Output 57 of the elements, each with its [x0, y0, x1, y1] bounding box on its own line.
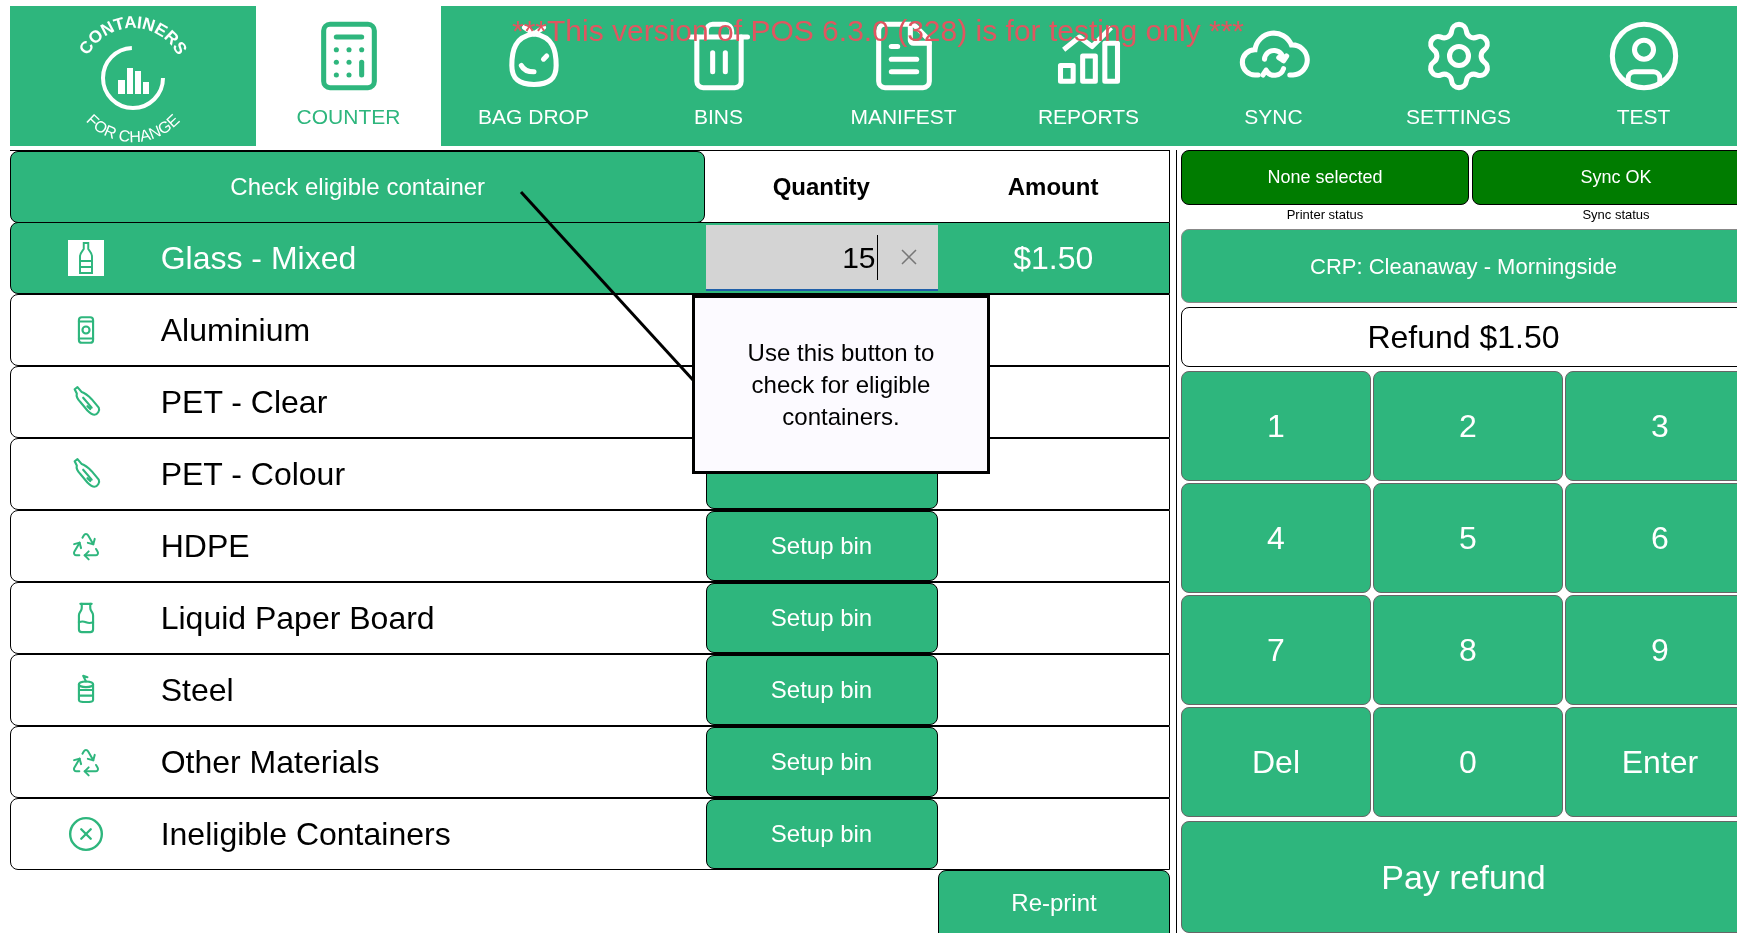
- setup-bin-button[interactable]: Setup bin: [705, 583, 938, 653]
- container-row[interactable]: Steel Setup bin: [10, 654, 1170, 726]
- container-name: Liquid Paper Board: [160, 599, 436, 638]
- bottle-icon: [67, 240, 104, 276]
- container-name: Steel: [160, 671, 235, 710]
- keypad-key[interactable]: 9: [1565, 595, 1737, 705]
- container-row[interactable]: Glass - Mixed 15 $1.50: [10, 222, 1170, 294]
- keypad-key[interactable]: 7: [1181, 595, 1371, 705]
- keypad-key[interactable]: 6: [1565, 483, 1737, 593]
- keypad-key[interactable]: 2: [1373, 371, 1563, 481]
- setup-bin-button[interactable]: Setup bin: [705, 727, 938, 797]
- status-label: Sync status: [1582, 206, 1650, 224]
- setup-bin-button[interactable]: Setup bin: [705, 799, 938, 869]
- status-label: Printer status: [1286, 206, 1364, 224]
- setup-bin-button[interactable]: Setup bin: [705, 511, 938, 581]
- nav-tab[interactable]: BINS: [686, 98, 751, 136]
- nav-tab[interactable]: MANIFEST: [842, 98, 965, 136]
- pay-refund-button[interactable]: Pay refund: [1181, 821, 1737, 933]
- nav-tab[interactable]: BAG DROP: [470, 98, 597, 136]
- keypad-key[interactable]: 5: [1373, 483, 1563, 593]
- clear-icon[interactable]: [899, 248, 918, 266]
- keypad-key[interactable]: 1: [1181, 371, 1371, 481]
- reprint-button[interactable]: Re-print: [938, 870, 1170, 933]
- container-name: PET - Clear: [160, 383, 329, 422]
- nav-tab[interactable]: COUNTER: [288, 98, 409, 136]
- amount: $1.50: [1012, 239, 1095, 278]
- column-header: Quantity: [771, 171, 871, 202]
- container-name: HDPE: [160, 527, 251, 566]
- nav-tab[interactable]: TEST: [1608, 98, 1679, 136]
- quantity-field[interactable]: 15: [705, 225, 938, 291]
- cross-circle-icon: [66, 815, 105, 853]
- tooltip: Use this button to check for eligible containers.: [692, 295, 990, 474]
- container-row[interactable]: Other Materials Setup bin: [10, 726, 1170, 798]
- nav-tab[interactable]: SETTINGS: [1398, 98, 1519, 136]
- container-name: Ineligible Containers: [160, 815, 452, 854]
- keypad-key[interactable]: 3: [1565, 371, 1737, 481]
- setup-bin-button[interactable]: Setup bin: [705, 655, 938, 725]
- container-row[interactable]: HDPE Setup bin: [10, 510, 1170, 582]
- check-eligible-button[interactable]: Check eligible container: [10, 151, 706, 223]
- crp-button[interactable]: CRP: Cleanaway - Morningside: [1181, 229, 1737, 303]
- column-header: Amount: [1006, 171, 1100, 202]
- refund-total: Refund $1.50: [1181, 307, 1737, 367]
- container-name: PET - Colour: [160, 455, 347, 494]
- container-name: Aluminium: [160, 311, 312, 350]
- status-button[interactable]: None selected: [1181, 150, 1469, 205]
- keypad-key[interactable]: 4: [1181, 483, 1371, 593]
- nav-tab[interactable]: SYNC: [1236, 98, 1311, 136]
- keypad-key[interactable]: Del: [1181, 707, 1371, 817]
- keypad-key[interactable]: Enter: [1565, 707, 1737, 817]
- keypad-key[interactable]: 0: [1373, 707, 1563, 817]
- status-button[interactable]: Sync OK: [1472, 150, 1737, 205]
- container-row[interactable]: Ineligible Containers Setup bin: [10, 798, 1170, 870]
- container-name: Glass - Mixed: [160, 239, 358, 278]
- container-row[interactable]: Liquid Paper Board Setup bin: [10, 582, 1170, 654]
- container-name: Other Materials: [160, 743, 381, 782]
- nav-tab[interactable]: REPORTS: [1029, 98, 1148, 136]
- keypad-key[interactable]: 8: [1373, 595, 1563, 705]
